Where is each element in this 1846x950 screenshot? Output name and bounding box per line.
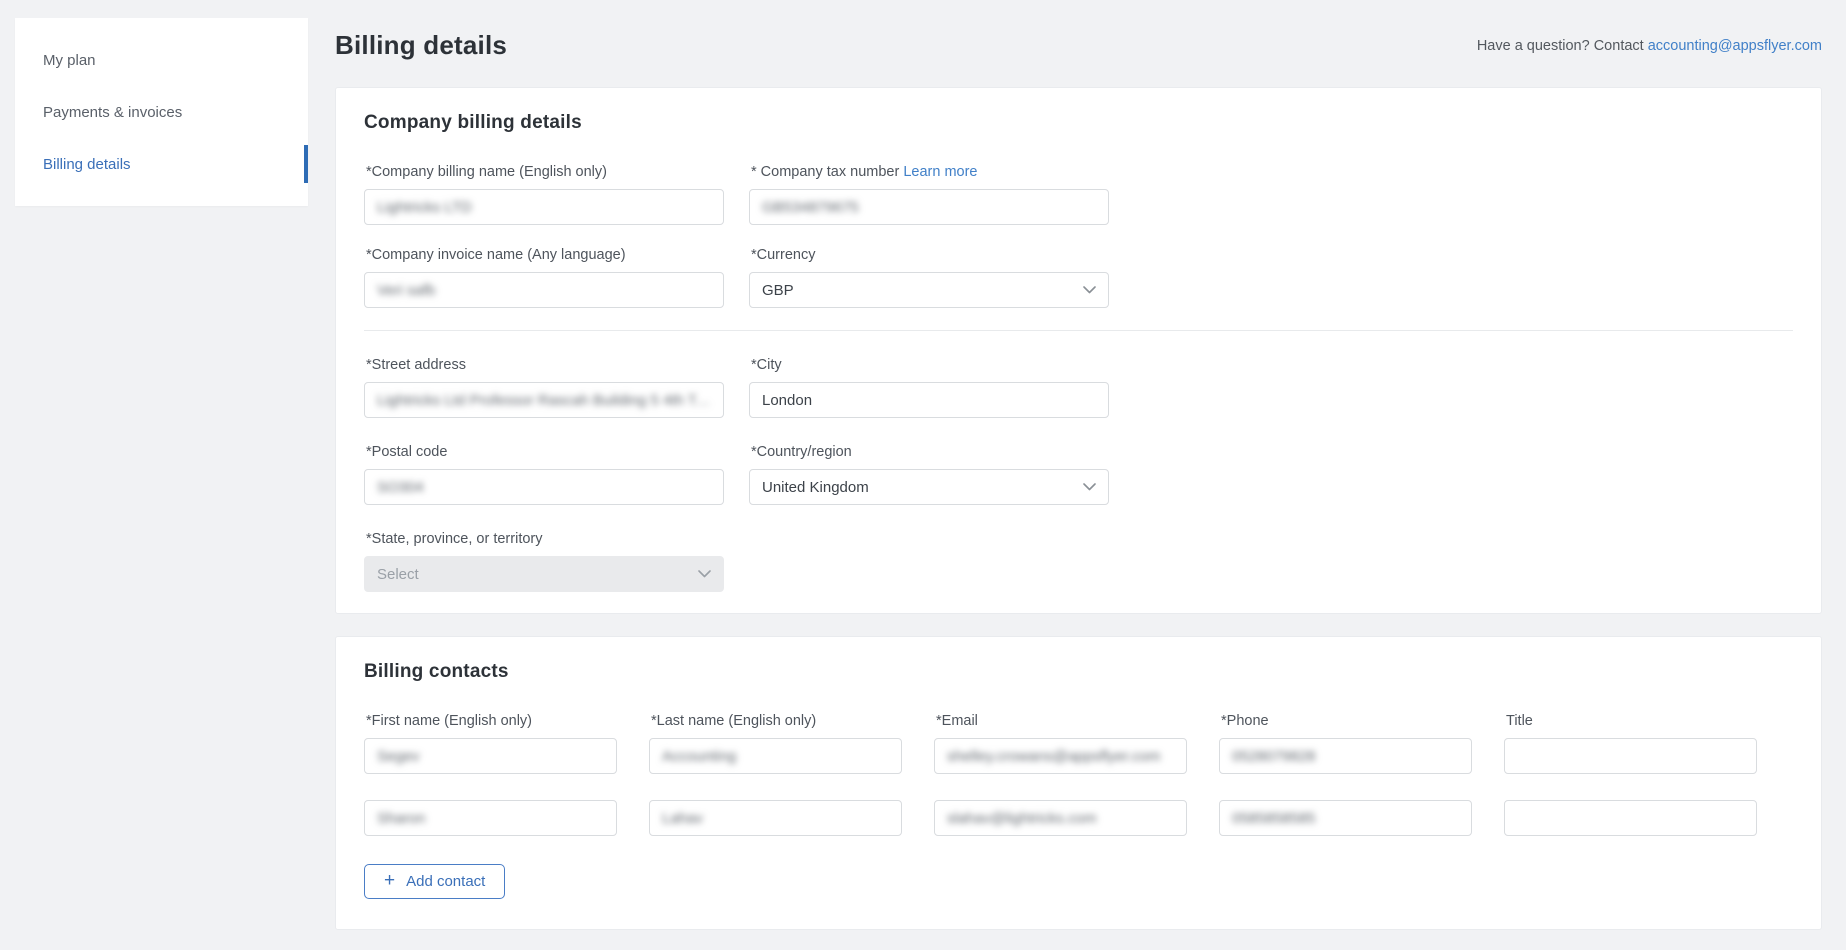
contacts-section-title: Billing contacts	[364, 661, 1793, 683]
street-address-label: *Street address	[366, 357, 724, 373]
billing-sidebar: My plan Payments & invoices Billing deta…	[15, 18, 308, 206]
company-tax-number-label: * Company tax number Learn more	[751, 164, 1109, 180]
sidebar-item-payments-invoices[interactable]: Payments & invoices	[15, 86, 308, 138]
contact-first-name-value: Sharon	[377, 810, 425, 827]
currency-select[interactable]: GBP	[749, 272, 1109, 308]
company-section-title: Company billing details	[364, 112, 1793, 134]
contact-phone-value: 0528079828	[1232, 748, 1315, 765]
main-content: Billing details Have a question? Contact…	[335, 24, 1822, 61]
title-column-label: Title	[1506, 713, 1757, 729]
contact-last-name-input[interactable]: Accounting	[649, 738, 902, 774]
contact-last-name-input[interactable]: Lahav	[649, 800, 902, 836]
last-name-column-label: *Last name (English only)	[651, 713, 902, 729]
contact-first-name-input[interactable]: Segev	[364, 738, 617, 774]
company-invoice-name-input[interactable]: Veri safb	[364, 272, 724, 308]
company-billing-name-value: Lightricks LTD	[377, 199, 472, 216]
help-text: Have a question? Contactaccounting@appsf…	[1477, 38, 1822, 54]
tax-label-text: * Company tax number	[751, 164, 899, 180]
contact-title-input[interactable]	[1504, 800, 1757, 836]
contact-phone-input[interactable]: 0528079828	[1219, 738, 1472, 774]
city-label: *City	[751, 357, 1109, 373]
add-contact-label: Add contact	[406, 873, 485, 890]
company-billing-details-card: Company billing details *Company billing…	[335, 87, 1822, 614]
sidebar-item-label: Billing details	[43, 156, 131, 173]
city-value: London	[762, 392, 812, 409]
phone-column-label: *Phone	[1221, 713, 1472, 729]
postal-code-value: SO304	[377, 479, 424, 496]
company-billing-name-label: *Company billing name (English only)	[366, 164, 724, 180]
company-tax-number-value: GB534879675	[762, 199, 859, 216]
contact-email-link[interactable]: accounting@appsflyer.com	[1648, 38, 1822, 54]
state-province-label: *State, province, or territory	[366, 531, 724, 547]
currency-label: *Currency	[751, 247, 1109, 263]
learn-more-link[interactable]: Learn more	[903, 164, 977, 180]
contact-email-value: shelley.crowans@appsflyer.com	[947, 748, 1160, 765]
state-province-select[interactable]: Select	[364, 556, 724, 592]
chevron-down-icon	[1083, 286, 1096, 294]
page-title: Billing details	[335, 30, 507, 61]
chevron-down-icon	[698, 570, 711, 578]
contact-last-name-value: Lahav	[662, 810, 703, 827]
contact-email-input[interactable]: shelley.crowans@appsflyer.com	[934, 738, 1187, 774]
sidebar-item-label: Payments & invoices	[43, 104, 182, 121]
first-name-column-label: *First name (English only)	[366, 713, 617, 729]
contact-first-name-input[interactable]: Sharon	[364, 800, 617, 836]
help-prefix: Have a question? Contact	[1477, 38, 1644, 54]
contact-row: Sharon Lahav slahav@lightricks.com 05858…	[364, 800, 1793, 836]
plus-icon: +	[384, 871, 395, 890]
street-address-input[interactable]: Lightricks Ltd Professor Rascah Building…	[364, 382, 724, 418]
company-invoice-name-value: Veri safb	[377, 282, 435, 299]
contact-phone-value: 0585858585	[1232, 810, 1315, 827]
city-input[interactable]: London	[749, 382, 1109, 418]
country-region-value: United Kingdom	[762, 479, 869, 496]
country-region-select[interactable]: United Kingdom	[749, 469, 1109, 505]
contact-email-input[interactable]: slahav@lightricks.com	[934, 800, 1187, 836]
company-invoice-name-label: *Company invoice name (Any language)	[366, 247, 724, 263]
street-address-value: Lightricks Ltd Professor Rascah Building…	[377, 392, 711, 409]
sidebar-item-label: My plan	[43, 52, 96, 69]
contact-phone-input[interactable]: 0585858585	[1219, 800, 1472, 836]
contact-first-name-value: Segev	[377, 748, 420, 765]
email-column-label: *Email	[936, 713, 1187, 729]
add-contact-button[interactable]: + Add contact	[364, 864, 505, 899]
currency-value: GBP	[762, 282, 794, 299]
section-divider	[364, 330, 1793, 331]
contact-last-name-value: Accounting	[662, 748, 736, 765]
company-tax-number-input[interactable]: GB534879675	[749, 189, 1109, 225]
page-header: Billing details Have a question? Contact…	[335, 24, 1822, 61]
postal-code-label: *Postal code	[366, 444, 724, 460]
billing-contacts-card: Billing contacts *First name (English on…	[335, 636, 1822, 930]
contact-email-value: slahav@lightricks.com	[947, 810, 1096, 827]
contact-title-input[interactable]	[1504, 738, 1757, 774]
country-region-label: *Country/region	[751, 444, 1109, 460]
company-billing-name-input[interactable]: Lightricks LTD	[364, 189, 724, 225]
sidebar-item-billing-details[interactable]: Billing details	[15, 138, 308, 190]
chevron-down-icon	[1083, 483, 1096, 491]
active-indicator-bar	[304, 145, 308, 183]
postal-code-input[interactable]: SO304	[364, 469, 724, 505]
sidebar-item-my-plan[interactable]: My plan	[15, 34, 308, 86]
state-province-placeholder: Select	[377, 566, 419, 583]
